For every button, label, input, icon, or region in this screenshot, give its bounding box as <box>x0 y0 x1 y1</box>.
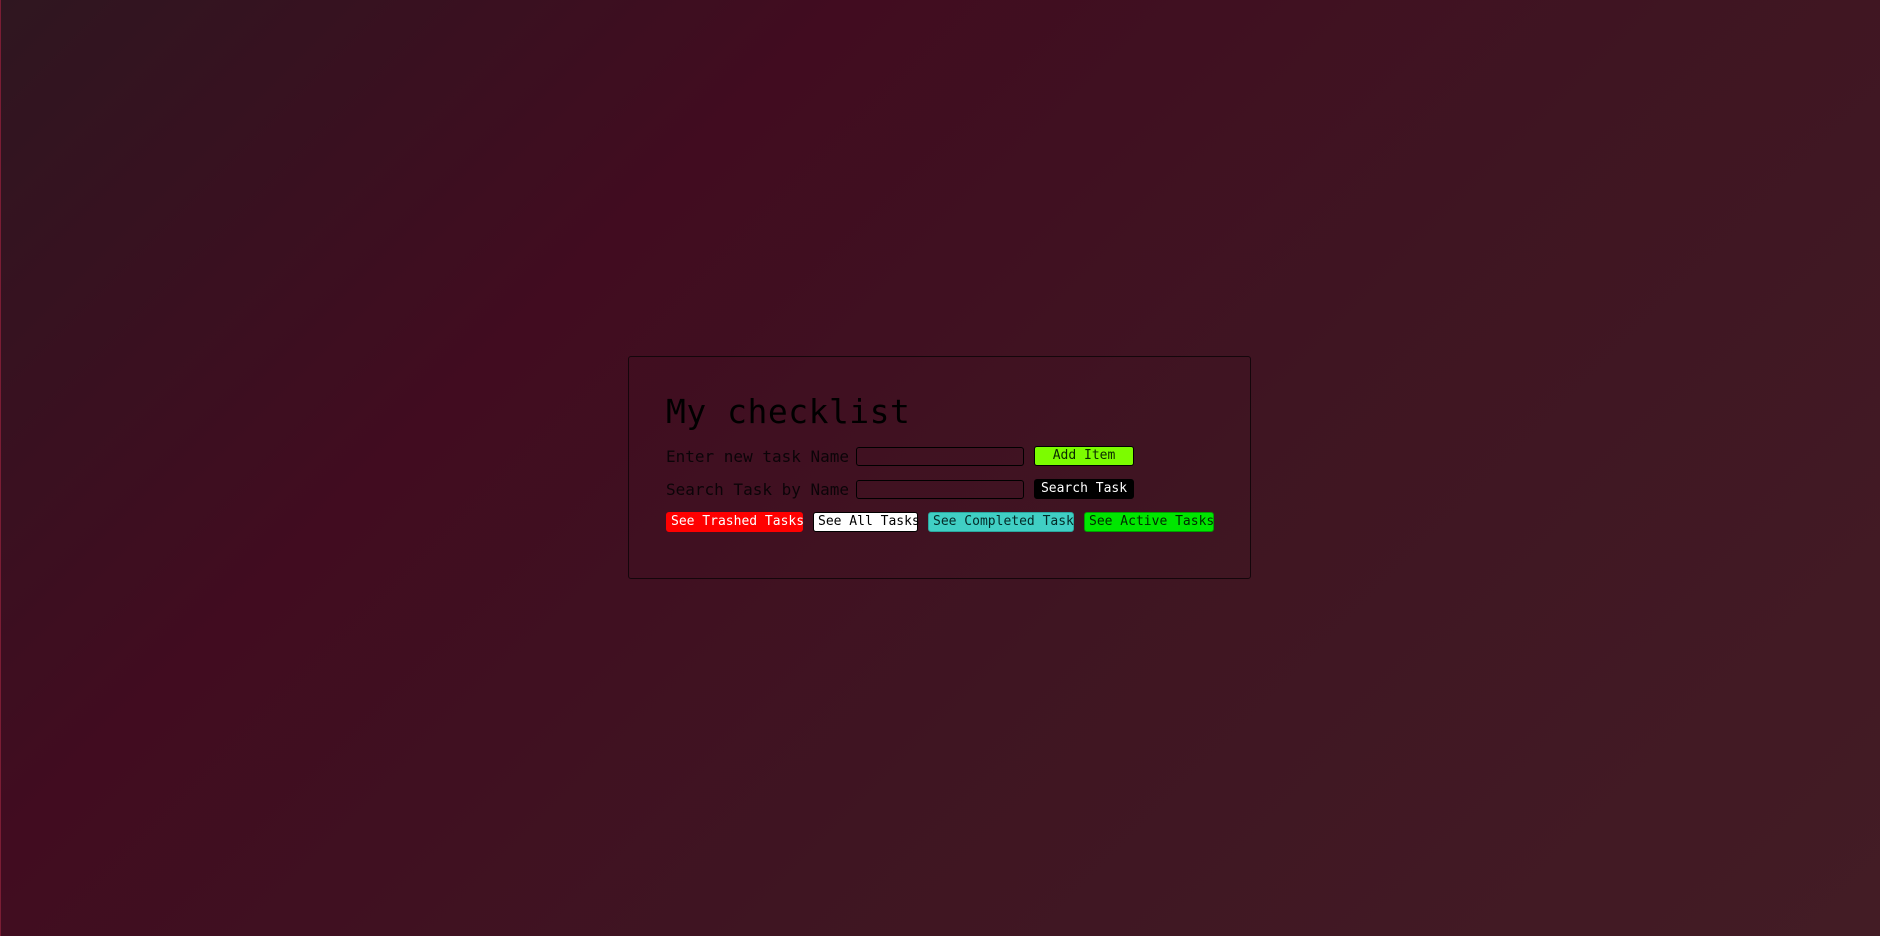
filter-buttons: See Trashed Tasks See All Tasks See Comp… <box>666 512 1214 532</box>
see-active-tasks-button[interactable]: See Active Tasks <box>1084 512 1214 532</box>
checklist-card: My checklist Enter new task Name Add Ite… <box>628 356 1251 579</box>
search-task-label: Search Task by Name <box>666 479 850 499</box>
add-task-label: Enter new task Name <box>666 446 850 466</box>
see-completed-task-button[interactable]: See Completed Task <box>928 512 1074 532</box>
search-task-button[interactable]: Search Task <box>1034 479 1134 499</box>
left-edge-line <box>0 0 1 936</box>
new-task-input[interactable] <box>856 446 1024 466</box>
add-item-button[interactable]: Add Item <box>1034 446 1134 466</box>
search-task-input[interactable] <box>856 479 1024 499</box>
search-task-row: Search Task by Name Search Task <box>666 479 1213 499</box>
page-title: My checklist <box>666 392 911 431</box>
see-all-tasks-button[interactable]: See All Tasks <box>813 512 920 532</box>
add-task-row: Enter new task Name Add Item <box>666 446 1213 466</box>
see-trashed-tasks-button[interactable]: See Trashed Tasks <box>666 512 804 532</box>
